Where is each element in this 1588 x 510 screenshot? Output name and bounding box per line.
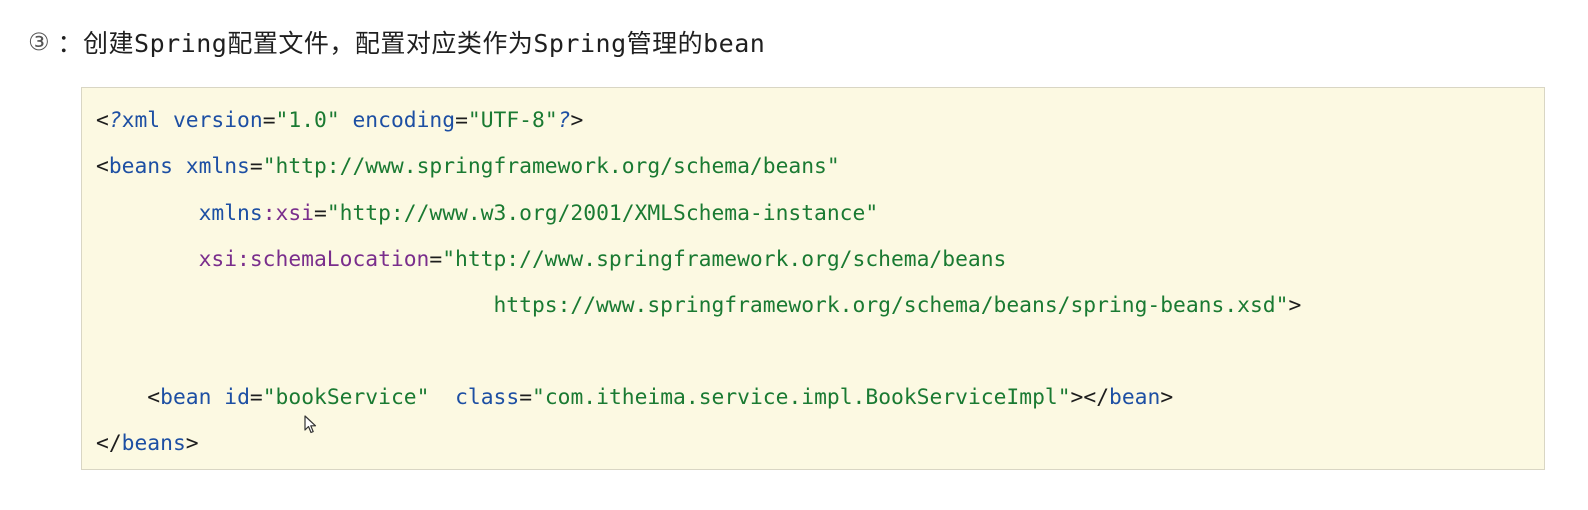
step-heading: ③ ：创建Spring配置文件，配置对应类作为Spring管理的bean (28, 22, 765, 62)
step-number: ③ (28, 28, 50, 56)
code-block: <?xml version="1.0" encoding="UTF-8"?> <… (81, 87, 1545, 470)
code-line-beans-close: </beans> (96, 431, 199, 456)
code-line-xmlns-xsi: xmlns:xsi="http://www.w3.org/2001/XMLSch… (198, 201, 879, 226)
mouse-pointer-icon (304, 415, 317, 434)
code-line-xml-declaration: <?xml version="1.0" encoding="UTF-8"?> (96, 108, 584, 133)
code-line-schema-location: xsi:schemaLocation="http://www.springfra… (198, 247, 1007, 272)
step-title: ：创建Spring配置文件，配置对应类作为Spring管理的bean (57, 29, 766, 58)
code-line-bean-definition: <bean id="bookService" class="com.itheim… (147, 385, 1174, 410)
code-line-beans-open: <beans xmlns="http://www.springframework… (96, 154, 840, 179)
code-line-schema-xsd: https://www.springframework.org/schema/b… (493, 293, 1302, 318)
